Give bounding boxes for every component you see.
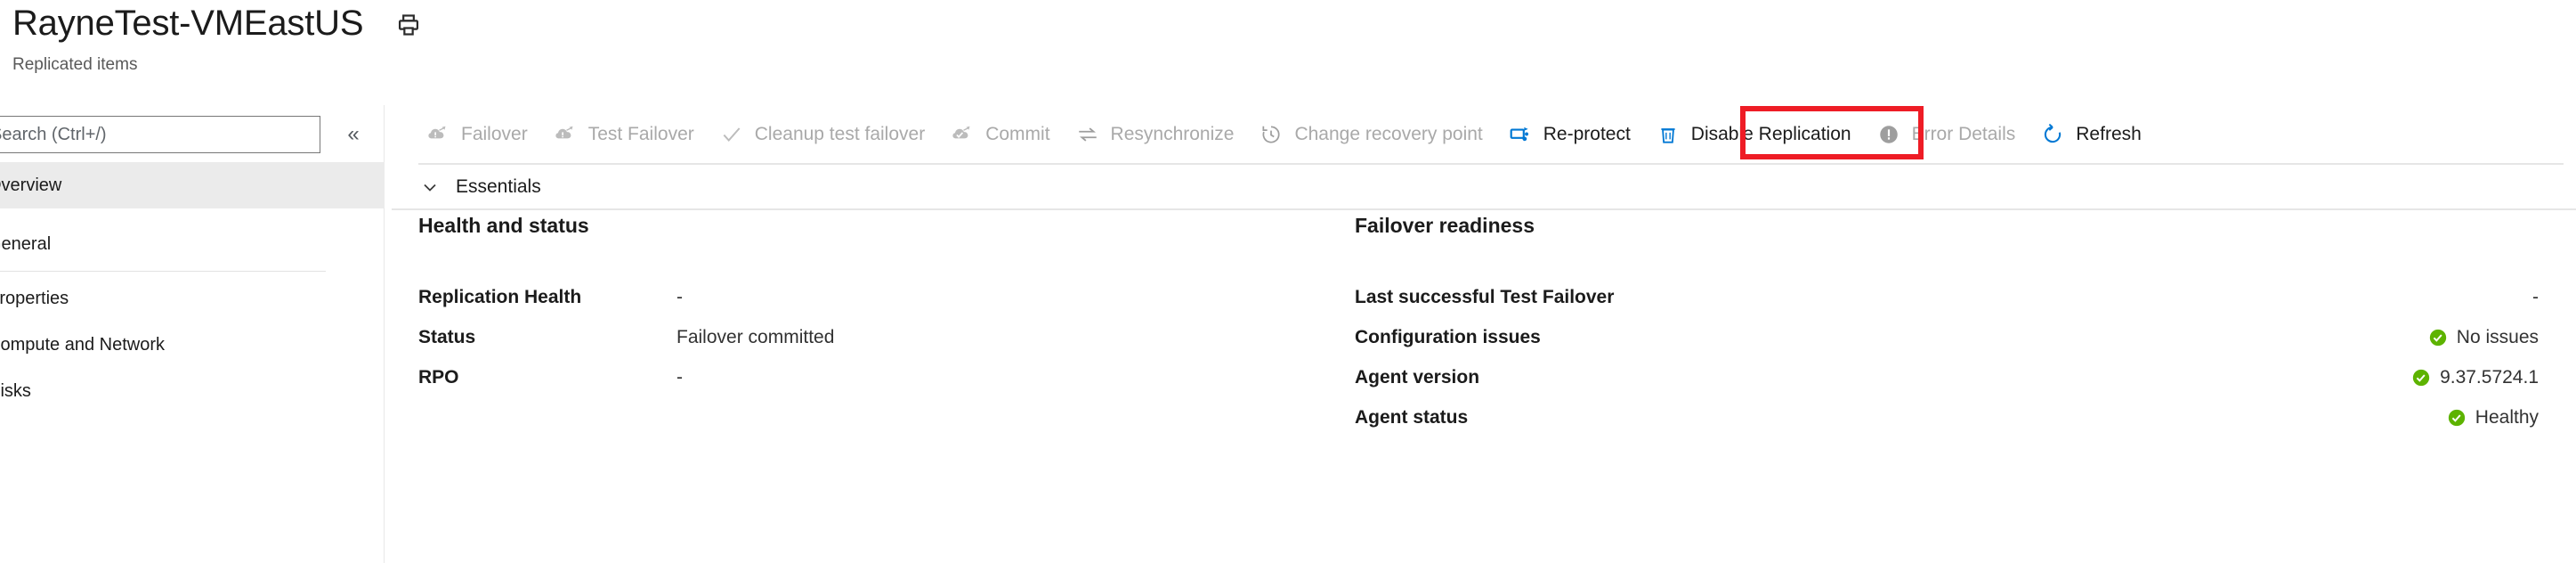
status-ok-icon bbox=[2428, 328, 2448, 347]
sidebar-item-label: Overview bbox=[0, 175, 62, 195]
toolbar-button-test-failover[interactable]: Test Failover bbox=[540, 111, 707, 158]
detail-value-wrap: - bbox=[2532, 287, 2539, 308]
failover-readiness-section: Failover readiness Last successful Test … bbox=[1355, 214, 2539, 437]
essentials-content: Health and status Replication Health - S… bbox=[385, 214, 2576, 563]
toolbar-button-resynchronize[interactable]: Resynchronize bbox=[1063, 111, 1247, 158]
resynchronize-icon bbox=[1075, 122, 1100, 147]
portal-page: RayneTest-VMEastUS Replicated items « Ov… bbox=[0, 0, 2576, 563]
page-title: RayneTest-VMEastUS bbox=[12, 4, 364, 43]
printer-icon[interactable] bbox=[393, 10, 424, 40]
detail-label: Agent status bbox=[1355, 406, 1469, 428]
detail-row-status: Status Failover committed bbox=[418, 317, 1380, 357]
detail-label: Status bbox=[418, 326, 476, 347]
sidebar-item-disks[interactable]: Disks bbox=[0, 368, 385, 414]
detail-row-replication-health: Replication Health - bbox=[418, 277, 1380, 317]
detail-value: - bbox=[676, 366, 683, 388]
detail-value: No issues bbox=[2456, 326, 2539, 347]
failover-icon bbox=[425, 122, 450, 147]
toolbar-button-label: Resynchronize bbox=[1110, 124, 1235, 144]
sidebar-item-label: Disks bbox=[0, 380, 31, 401]
toolbar-button-label: Re-protect bbox=[1543, 124, 1631, 144]
detail-row-agent-version: Agent version 9.37.5724.1 bbox=[1355, 357, 2539, 397]
page-header: RayneTest-VMEastUS Replicated items bbox=[0, 0, 2576, 105]
detail-value-wrap: 9.37.5724.1 bbox=[2411, 367, 2539, 388]
sidebar-divider bbox=[0, 271, 326, 272]
toolbar-button-commit[interactable]: Commit bbox=[937, 111, 1062, 158]
detail-value: Failover committed bbox=[676, 326, 835, 347]
toolbar-button-label: Refresh bbox=[2076, 124, 2142, 144]
detail-row-configuration-issues: Configuration issues No issues bbox=[1355, 317, 2539, 357]
toolbar-button-disable-replication[interactable]: Disable Replication bbox=[1643, 111, 1864, 158]
detail-row-rpo: RPO - bbox=[418, 357, 1380, 397]
status-ok-icon bbox=[2447, 408, 2467, 428]
detail-row-agent-status: Agent status Healthy bbox=[1355, 397, 2539, 437]
clock-history-icon bbox=[1259, 122, 1284, 147]
status-ok-icon bbox=[2411, 368, 2431, 388]
toolbar-button-cleanup-test-failover[interactable]: Cleanup test failover bbox=[707, 111, 937, 158]
toolbar-button-label: Disable Replication bbox=[1690, 124, 1851, 144]
checkmark-icon bbox=[719, 122, 744, 147]
detail-label: Replication Health bbox=[418, 286, 582, 307]
test-failover-icon bbox=[553, 122, 578, 147]
toolbar-button-label: Cleanup test failover bbox=[754, 124, 926, 144]
detail-label: Configuration issues bbox=[1355, 326, 1541, 347]
sidebar-nav-list: Overview General Properties Compute and … bbox=[0, 162, 385, 414]
section-heading: Health and status bbox=[418, 214, 589, 237]
sidebar-item-overview[interactable]: Overview bbox=[0, 162, 385, 208]
toolbar-button-label: Commit bbox=[985, 124, 1050, 144]
detail-value-wrap: No issues bbox=[2428, 327, 2539, 348]
refresh-icon bbox=[2040, 122, 2065, 147]
sidebar-search-row: « bbox=[0, 116, 385, 153]
sidebar-item-label: Compute and Network bbox=[0, 334, 165, 355]
essentials-label: Essentials bbox=[456, 176, 541, 197]
re-protect-icon bbox=[1508, 122, 1533, 147]
error-icon bbox=[1876, 122, 1901, 147]
detail-value: - bbox=[676, 286, 683, 307]
trash-icon bbox=[1656, 122, 1681, 147]
toolbar-button-error-details[interactable]: Error Details bbox=[1864, 111, 2029, 158]
detail-value: Healthy bbox=[2475, 406, 2539, 428]
commit-icon bbox=[950, 122, 975, 147]
detail-value: 9.37.5724.1 bbox=[2440, 366, 2539, 388]
detail-label: Agent version bbox=[1355, 366, 1480, 388]
toolbar-button-label: Error Details bbox=[1911, 124, 2016, 144]
health-and-status-section: Health and status Replication Health - S… bbox=[418, 214, 1380, 397]
toolbar-divider bbox=[418, 163, 2564, 165]
essentials-toggle[interactable]: Essentials bbox=[385, 166, 2576, 208]
detail-row-last-successful-test-failover: Last successful Test Failover - bbox=[1355, 277, 2539, 317]
title-row: RayneTest-VMEastUS bbox=[12, 4, 424, 43]
section-heading: Failover readiness bbox=[1355, 214, 1535, 237]
sidebar-item-properties[interactable]: Properties bbox=[0, 275, 385, 322]
command-toolbar: Failover Test Failover Cleanup test fail… bbox=[385, 105, 2576, 164]
essentials-divider bbox=[392, 208, 2576, 210]
toolbar-button-label: Test Failover bbox=[587, 124, 694, 144]
detail-label: RPO bbox=[418, 366, 459, 388]
detail-label: Last successful Test Failover bbox=[1355, 286, 1615, 307]
toolbar-button-refresh[interactable]: Refresh bbox=[2028, 111, 2154, 158]
sidebar: « Overview General Properties Compute an… bbox=[0, 105, 385, 563]
toolbar-button-label: Change recovery point bbox=[1294, 124, 1483, 144]
sidebar-section-general: General bbox=[0, 221, 385, 267]
search-input[interactable] bbox=[0, 116, 320, 153]
collapse-sidebar-button[interactable]: « bbox=[338, 119, 369, 150]
sidebar-item-label: Properties bbox=[0, 288, 69, 308]
toolbar-button-re-protect[interactable]: Re-protect bbox=[1495, 111, 1643, 158]
chevron-down-icon bbox=[418, 175, 441, 199]
detail-value-wrap: Healthy bbox=[2447, 407, 2539, 428]
sidebar-section-label: General bbox=[0, 233, 52, 254]
sidebar-item-compute-and-network[interactable]: Compute and Network bbox=[0, 322, 385, 368]
toolbar-button-change-recovery-point[interactable]: Change recovery point bbox=[1246, 111, 1495, 158]
detail-value: - bbox=[2532, 286, 2539, 307]
page-subtitle: Replicated items bbox=[12, 55, 138, 74]
toolbar-button-failover[interactable]: Failover bbox=[413, 111, 540, 158]
toolbar-button-label: Failover bbox=[461, 124, 528, 144]
